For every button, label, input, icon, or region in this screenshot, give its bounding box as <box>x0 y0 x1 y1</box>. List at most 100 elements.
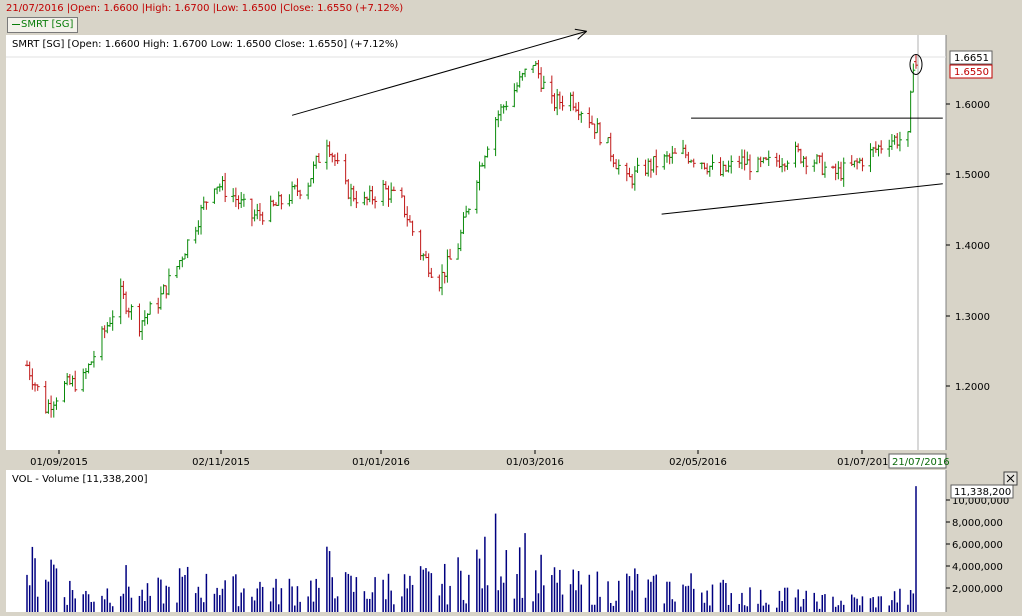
volume-bar <box>256 588 259 612</box>
volume-bar <box>652 575 655 612</box>
volume-bar <box>877 596 880 612</box>
last-high-label: 1.6651 <box>954 53 989 64</box>
close-panel-button[interactable] <box>1003 471 1018 486</box>
volume-bar <box>109 602 111 612</box>
volume-bar <box>441 583 443 612</box>
chart-canvas: SMRT [SG] [Open: 1.6600 High: 1.6700 Low… <box>6 28 1022 612</box>
volume-bar <box>240 592 242 612</box>
volume-bar <box>165 585 167 612</box>
volume-bar <box>636 573 639 612</box>
volume-bar <box>778 590 781 612</box>
volume-bar <box>757 603 759 612</box>
volume-bar <box>478 558 481 612</box>
volume-bar <box>577 571 580 612</box>
volume-bar <box>296 586 299 612</box>
volume-bar <box>655 574 658 612</box>
volume-bar <box>727 604 730 612</box>
volume-bar <box>438 595 441 612</box>
volume-bar <box>738 603 741 612</box>
volume-bar <box>149 595 151 612</box>
volume-bar <box>684 586 687 612</box>
volume-bar <box>505 550 508 612</box>
volume-bar <box>786 587 789 612</box>
volume-bar <box>385 599 387 612</box>
volume-bar <box>299 601 301 612</box>
volume-bar <box>232 576 234 612</box>
volume-bar <box>516 574 518 612</box>
volume-bar <box>101 595 103 612</box>
volume-bar <box>85 590 87 612</box>
volume-bar <box>572 569 575 612</box>
volume-bar <box>294 605 296 612</box>
volume-bar <box>138 595 141 612</box>
y-tick-label: 1.4000 <box>955 241 990 252</box>
volume-bar <box>251 596 253 612</box>
volume-bar <box>553 567 556 612</box>
price-plot-area[interactable] <box>6 35 946 450</box>
volume-bar <box>596 571 599 612</box>
volume-bar <box>288 578 291 612</box>
volume-bar <box>668 581 671 612</box>
volume-bar <box>374 577 376 612</box>
volume-bar <box>813 592 815 612</box>
volume-bar <box>706 590 708 612</box>
volume-bar <box>682 584 684 612</box>
volume-bar <box>821 594 824 612</box>
volume-bar <box>347 573 350 612</box>
volume-bar <box>834 606 837 612</box>
volume-bar <box>741 592 743 612</box>
volume-bar <box>559 569 561 612</box>
volume-bar <box>626 573 628 612</box>
volume-bar <box>551 575 553 612</box>
volume-bar <box>393 604 395 612</box>
volume-bar <box>261 586 264 612</box>
volume-bar <box>481 588 483 612</box>
volume-bar <box>36 596 39 612</box>
volume-bar <box>837 605 840 612</box>
volume-bar <box>588 574 591 612</box>
volume-bar <box>71 590 74 612</box>
volume-bar <box>907 604 909 612</box>
volume-bar <box>277 604 280 612</box>
volume-bar <box>128 586 130 612</box>
volume-bar <box>197 586 200 612</box>
volume-bar <box>671 599 674 612</box>
volume-bar <box>224 580 226 612</box>
volume-bar <box>280 588 283 612</box>
volume-bar <box>561 594 564 612</box>
y-tick-label: 4,000,000 <box>952 562 1003 573</box>
volume-bar <box>119 596 122 612</box>
x-tick-label: 01/07/2016 <box>837 457 895 468</box>
volume-bar <box>818 608 821 612</box>
volume-bar <box>875 607 877 612</box>
volume-bar <box>178 568 181 612</box>
volume-bar <box>162 603 165 612</box>
volume-bar <box>111 606 114 612</box>
volume-bar <box>93 601 95 612</box>
volume-bar <box>366 598 368 612</box>
volume-bar <box>103 599 106 612</box>
volume-bar <box>781 601 783 612</box>
volume-bar <box>63 597 66 612</box>
volume-bar <box>69 580 71 612</box>
volume-bar <box>352 591 355 612</box>
volume-bar <box>312 601 315 612</box>
trend-arrow-head <box>574 28 587 32</box>
volume-bar <box>409 575 411 612</box>
volume-bar <box>235 574 237 612</box>
volume-bar <box>701 592 703 612</box>
volume-bar <box>628 576 631 612</box>
volume-bar <box>144 601 146 612</box>
volume-bar <box>816 601 818 612</box>
y-tick-label: 8,000,000 <box>952 518 1003 529</box>
volume-last-label: 11,338,200 <box>954 487 1011 498</box>
volume-bar <box>850 594 853 612</box>
volume-bar <box>909 590 912 612</box>
volume-bar <box>540 554 542 612</box>
volume-bar <box>468 574 470 612</box>
volume-bar <box>690 573 692 612</box>
volume-bar <box>476 549 478 612</box>
volume-bar <box>272 587 275 612</box>
volume-bar <box>730 593 732 612</box>
volume-bar <box>253 600 256 612</box>
